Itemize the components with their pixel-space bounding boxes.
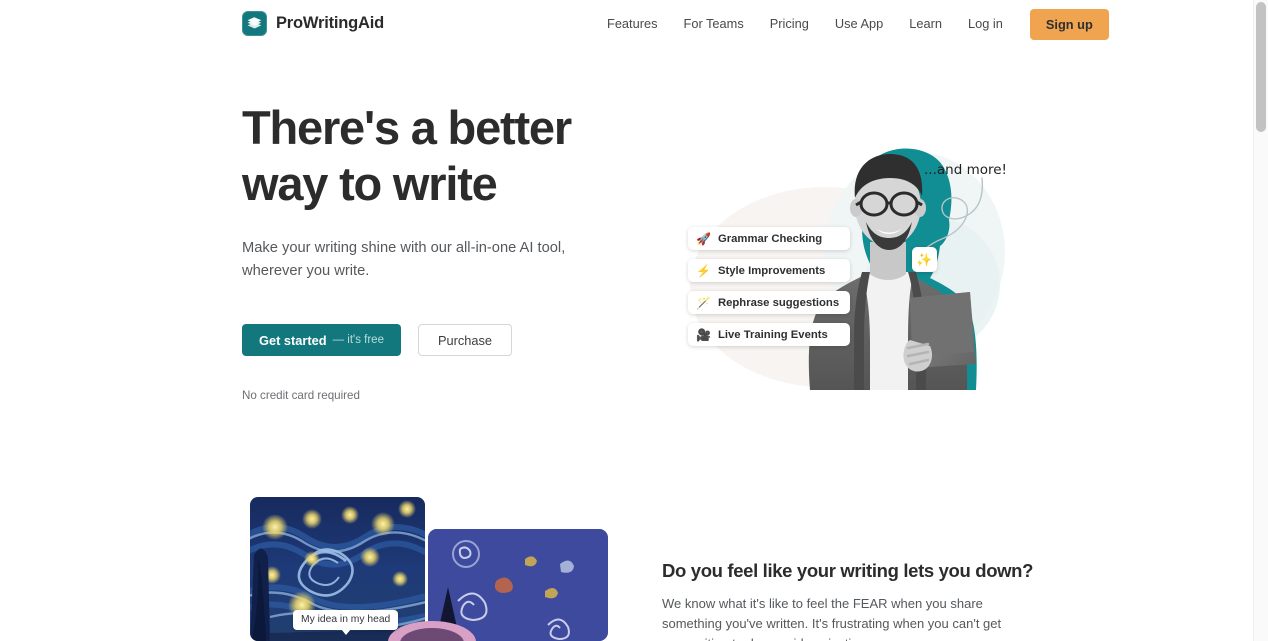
- page-scrollbar-thumb[interactable]: [1256, 2, 1266, 132]
- hero-title-line-1: There's a better: [242, 101, 572, 154]
- feature-badge-label: Grammar Checking: [717, 232, 823, 245]
- hero-title-line-2: way to write: [242, 157, 498, 210]
- hero-illustration: ...and more! 🚀 Grammar Checking ⚡ Style …: [650, 92, 1040, 392]
- get-started-button[interactable]: Get started — it's free: [242, 324, 401, 356]
- rocket-icon: 🚀: [696, 231, 711, 246]
- lower-section: Do you feel like your writing lets you d…: [662, 560, 1034, 641]
- site-header: ProWritingAid Features For Teams Pricing…: [0, 0, 1253, 48]
- no-credit-card-note: No credit card required: [242, 389, 360, 402]
- feature-badge-list: 🚀 Grammar Checking ⚡ Style Improvements …: [688, 227, 851, 346]
- magic-wand-icon: 🪄: [696, 295, 711, 310]
- page-scrollbar-track[interactable]: [1253, 0, 1268, 641]
- feature-badge-style-improvements[interactable]: ⚡ Style Improvements: [688, 259, 851, 282]
- brand-name: ProWritingAid: [276, 14, 385, 32]
- movie-camera-icon: 🎥: [696, 327, 711, 342]
- feature-badge-live-training-events[interactable]: 🎥 Live Training Events: [688, 323, 851, 346]
- purchase-button[interactable]: Purchase: [417, 324, 513, 356]
- hand-drawn-arrow-icon: [923, 177, 984, 251]
- feature-badge-grammar-checking[interactable]: 🚀 Grammar Checking: [688, 227, 851, 250]
- idea-in-my-head-label: My idea in my head: [293, 610, 399, 635]
- hero-cta-group: Get started — it's free Purchase: [242, 324, 642, 356]
- and-more-annotation: ...and more!: [924, 162, 1007, 178]
- lower-section-body: We know what it's like to feel the FEAR …: [662, 596, 1002, 641]
- main-navigation: Features For Teams Pricing Use App Learn…: [597, 0, 1109, 48]
- hero-title: There's a better way to write: [242, 100, 642, 212]
- nav-item-features[interactable]: Features: [597, 0, 671, 48]
- feature-badge-label: Style Improvements: [717, 264, 826, 277]
- lightning-icon: ⚡: [696, 263, 711, 278]
- feature-badge-rephrase-suggestions[interactable]: 🪄 Rephrase suggestions: [688, 291, 851, 314]
- nav-item-learn[interactable]: Learn: [896, 0, 955, 48]
- hero-section: There's a better way to write Make your …: [242, 100, 642, 402]
- brand-logo[interactable]: ProWritingAid: [242, 11, 384, 36]
- book-pages-icon: [242, 11, 267, 36]
- get-started-sublabel: — it's free: [332, 334, 384, 346]
- nav-item-pricing[interactable]: Pricing: [757, 0, 822, 48]
- hero-subtitle: Make your writing shine with our all-in-…: [242, 240, 566, 279]
- feature-badge-label: Live Training Events: [717, 328, 828, 341]
- sign-up-button[interactable]: Sign up: [1029, 8, 1109, 40]
- get-started-label: Get started: [259, 332, 327, 348]
- feature-badge-label: Rephrase suggestions: [717, 296, 840, 309]
- nav-item-log-in[interactable]: Log in: [955, 0, 1016, 48]
- sparkles-icon: ✨: [912, 247, 937, 272]
- nav-item-use-app[interactable]: Use App: [822, 0, 896, 48]
- nav-item-for-teams[interactable]: For Teams: [671, 0, 757, 48]
- landing-page: ProWritingAid Features For Teams Pricing…: [0, 0, 1268, 641]
- lower-section-title: Do you feel like your writing lets you d…: [662, 560, 1034, 581]
